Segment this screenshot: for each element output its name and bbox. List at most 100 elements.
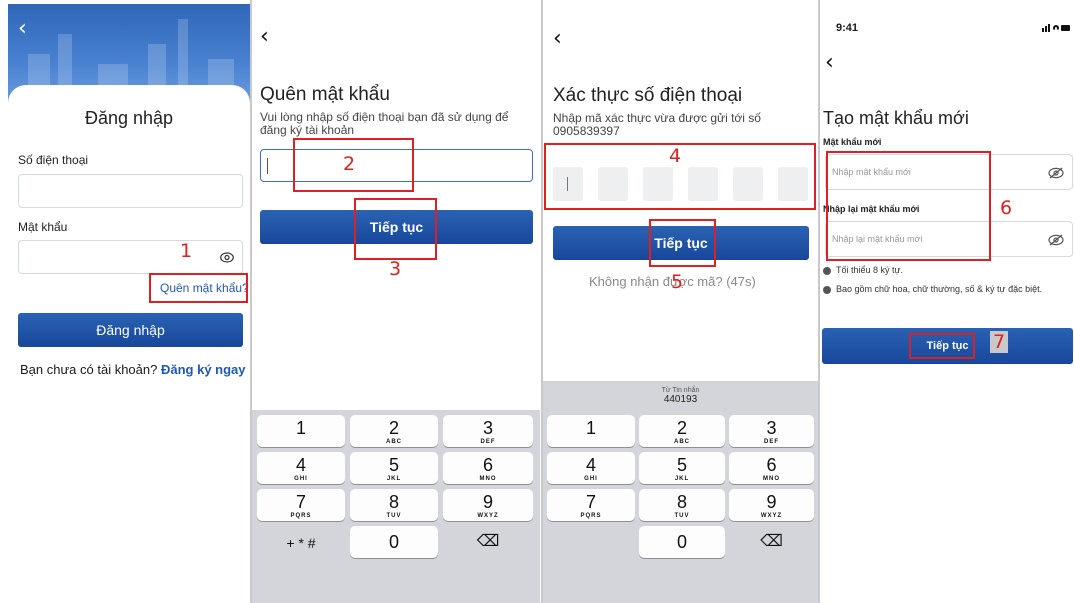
key-6[interactable]: 6 MNO [443,452,533,484]
key-letters: GHI [584,476,598,482]
password-input[interactable] [18,240,243,274]
key-letters: GHI [294,476,308,482]
status-time: 9:41 [836,22,859,34]
key-digit: 3 [766,418,777,438]
key-letters: PQRS [580,513,602,519]
otp-verification-screen: ‹ Xác thực số điện thoại Nhập mã xác thự… [543,0,818,603]
key-symbols[interactable]: + * # [257,526,345,558]
key-letters: WXYZ [760,513,783,519]
page-subtitle: Vui lòng nhập số điện thoại bạn đã sử dụ… [260,110,509,137]
key-3[interactable]: 3 DEF [443,415,533,447]
key-letters: TUV [674,513,690,519]
key-7[interactable]: 7 PQRS [257,489,345,521]
key-letters: MNO [763,476,780,482]
annotation-label-4: 4 [669,145,682,167]
key-digit: 0 [676,532,687,552]
key-digit: 4 [295,455,306,475]
key-5[interactable]: 5 JKL [639,452,725,484]
check-icon [823,285,831,294]
key-8[interactable]: 8 TUV [350,489,438,521]
page-title: Tạo mật khẩu mới [823,108,969,128]
key-digit: + * # [286,535,316,551]
key-letters: DEF [764,439,779,445]
text-cursor [267,158,268,174]
key-letters: TUV [386,513,402,519]
key-3[interactable]: 3 DEF [729,415,814,447]
new-password-label: Mật khẩu mới [823,137,882,147]
key-7[interactable]: 7 PQRS [547,489,635,521]
key-digit: 1 [295,418,306,438]
key-letters: ABC [674,439,690,445]
numeric-keypad: 1 2 ABC 3 DEF 4 GHI 5 JKL 6 MNO 7 PQRS 8 TUV 9W… [252,410,540,603]
key-digit: 7 [295,492,306,512]
phone-label: Số điện thoại [18,153,89,167]
forgot-password-screen: ‹ Quên mật khẩu Vui lòng nhập số điện th… [252,0,540,603]
signup-link[interactable]: Đăng ký ngay [161,362,246,377]
login-screen: ‹ Đăng nhập Số điện thoại Mật khẩu Quên … [0,0,250,603]
back-chevron-icon[interactable]: ‹ [553,28,562,50]
key-1[interactable]: 1 [257,415,345,447]
key-digit: 0 [388,532,399,552]
key-4[interactable]: 4 GHI [257,452,345,484]
eye-icon[interactable] [220,252,234,263]
wifi-icon [1053,25,1059,31]
eye-off-icon[interactable] [1048,234,1064,246]
key-9[interactable]: 9 WXYZ [729,489,814,521]
signup-prompt-text: Bạn chưa có tài khoản? [20,362,158,377]
key-0[interactable]: 0 [350,526,438,558]
key-6[interactable]: 6 MNO [729,452,814,484]
key-digit: 8 [676,492,687,512]
password-rule-2: Bao gồm chữ hoa, chữ thường, số & ký tự … [823,284,1068,295]
password-label: Mật khẩu [18,220,68,234]
key-digit: 5 [388,455,399,475]
key-digit: 2 [388,418,399,438]
rule-text: Bao gồm chữ hoa, chữ thường, số & ký tự … [836,284,1043,294]
key-digit: 7 [585,492,596,512]
annotation-label-2: 2 [343,153,356,175]
back-chevron-icon[interactable]: ‹ [260,26,269,48]
key-letters: ABC [386,439,402,445]
annotation-box-7 [909,333,975,359]
key-0[interactable]: 0 [639,526,725,558]
login-button[interactable]: Đăng nhập [18,313,243,347]
eye-off-icon[interactable] [1048,167,1064,179]
key-5[interactable]: 5 JKL [350,452,438,484]
page-title: Quên mật khẩu [260,84,390,105]
phone-input[interactable] [18,174,243,208]
key-1[interactable]: 1 [547,415,635,447]
battery-icon [1061,25,1070,31]
annotation-box-1 [149,273,248,303]
page-title: Xác thực số điện thoại [553,85,743,106]
key-digit: 6 [766,455,777,475]
key-digit: 8 [388,492,399,512]
key-digit: 1 [585,418,596,438]
page-title: Đăng nhập [84,108,174,128]
page-subtitle: Nhập mã xác thực vừa được gửi tới số 090… [553,111,761,138]
key-digit: 9 [482,492,493,512]
annotation-label-3: 3 [389,258,402,280]
key-letters: WXYZ [477,513,499,519]
rule-text: Tối thiểu 8 ký tự. [836,265,904,275]
key-4[interactable]: 4 GHI [547,452,635,484]
key-delete[interactable]: ⌫ [729,526,814,558]
annotation-label-1: 1 [180,240,193,262]
annotation-label-7: 7 [990,331,1009,353]
key-8[interactable]: 8 TUV [639,489,725,521]
key-digit: 5 [676,455,687,475]
signal-icon [1048,24,1050,32]
annotation-box-6 [826,151,991,261]
key-letters: JKL [674,476,690,482]
otp-suggestion-bar[interactable]: Từ Tin nhắn 440193 [543,381,818,411]
back-chevron-icon[interactable]: ‹ [18,18,27,40]
key-2[interactable]: 2 ABC [350,415,438,447]
key-digit: 4 [585,455,596,475]
key-9[interactable]: 9 WXYZ [443,489,533,521]
key-2[interactable]: 2 ABC [639,415,725,447]
back-chevron-icon[interactable]: ‹ [825,52,834,74]
numeric-keypad: Từ Tin nhắn 440193 1 2 ABC 3 DEF 4 GHI 5 JKL… [543,381,818,603]
new-password-screen: 9:41 ‹ Tạo mật khẩu mới Mật khẩu mới Nhậ… [820,0,1074,603]
key-delete[interactable]: ⌫ [443,526,533,558]
suggestion-code: 440193 [663,394,698,405]
key-letters: JKL [386,476,402,482]
check-icon [823,266,831,275]
